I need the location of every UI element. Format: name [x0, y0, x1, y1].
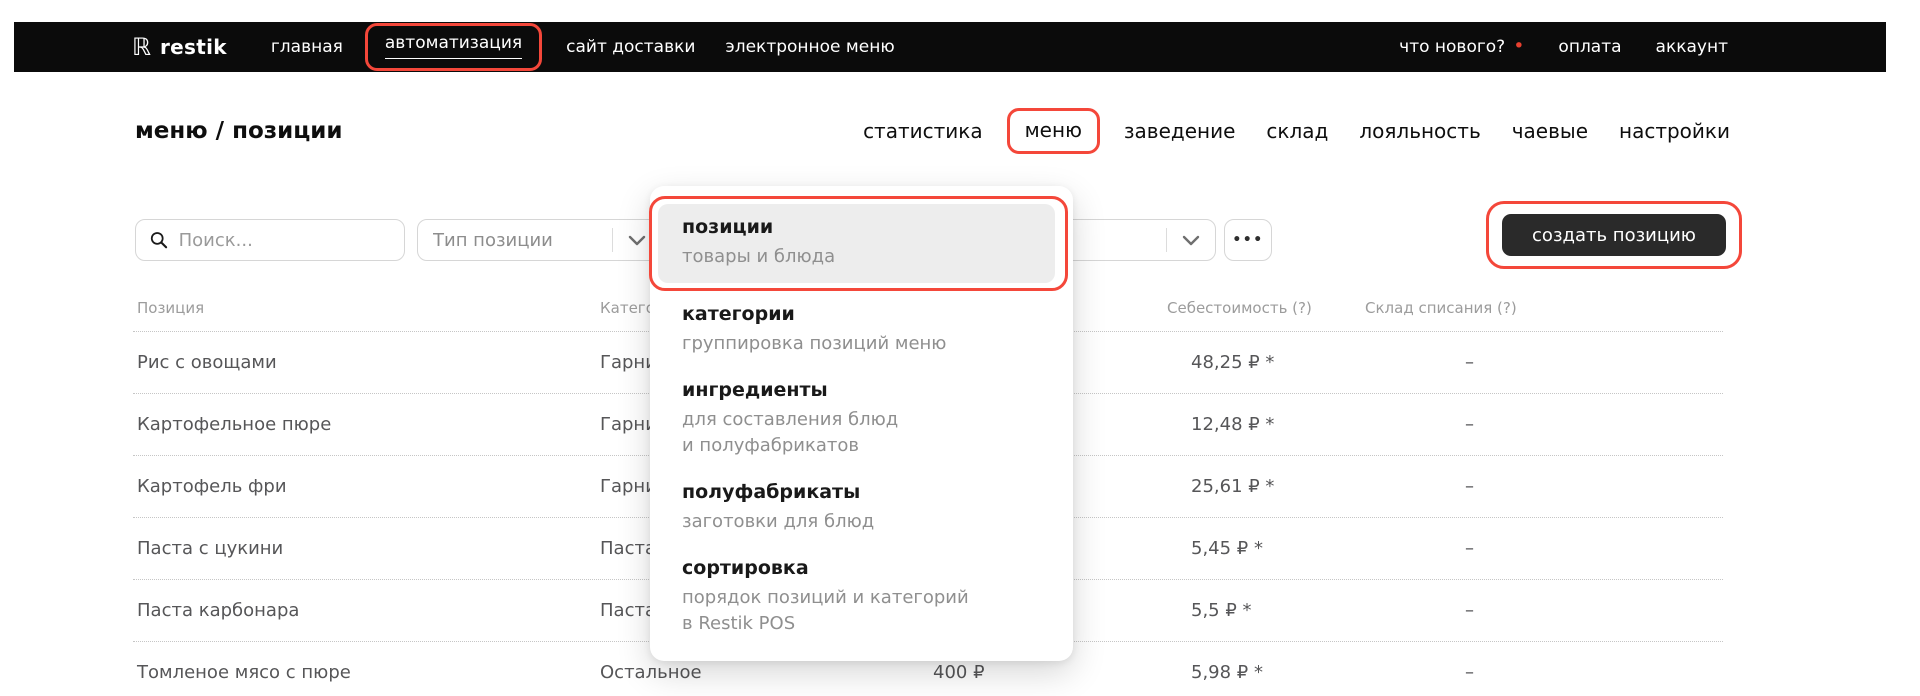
menu-item-subtitle: заготовки для блюд: [682, 509, 1055, 535]
nav-whats-new[interactable]: что нового? •: [1399, 37, 1524, 57]
breadcrumb: меню / позиции: [135, 118, 343, 144]
annotation-ring-automation: автоматизация: [365, 23, 542, 71]
restik-logo[interactable]: ℝ restik: [132, 35, 227, 59]
col-header-cost: Себестоимость (?): [1167, 299, 1365, 317]
topnav-right: что нового? • оплата аккаунт: [1399, 37, 1728, 57]
search-icon: [150, 230, 168, 250]
menu-item-ingredients[interactable]: ингредиенты для составления блюд и полуф…: [682, 378, 1055, 459]
tab-menu[interactable]: меню: [1025, 118, 1082, 142]
menu-item-subtitle: и полуфабрикатов: [682, 433, 1055, 459]
tab-warehouse[interactable]: склад: [1266, 119, 1328, 143]
tab-settings[interactable]: настройки: [1619, 119, 1730, 143]
tab-tips[interactable]: чаевые: [1512, 119, 1588, 143]
cell-price: 400 ₽: [933, 662, 1167, 683]
menu-item-title: полуфабрикаты: [682, 480, 1055, 504]
nav-payment[interactable]: оплата: [1558, 37, 1621, 57]
annotation-ring-menu-tab: меню: [1007, 108, 1100, 154]
menu-item-title: позиции: [682, 215, 1039, 239]
select-divider: [1166, 228, 1167, 252]
cell-cost: 48,25 ₽ *: [1167, 352, 1365, 373]
menu-item-subtitle: порядок позиций и категорий: [682, 585, 1055, 611]
cell-position: Картофель фри: [133, 476, 600, 497]
col-header-position: Позиция: [133, 299, 600, 317]
nav-account[interactable]: аккаунт: [1656, 37, 1728, 57]
subheader: меню / позиции статистика меню заведение…: [135, 118, 1730, 144]
menu-item-positions[interactable]: позиции товары и блюда: [658, 204, 1055, 283]
tab-statistics[interactable]: статистика: [863, 119, 983, 143]
menu-item-subtitle: в Restik POS: [682, 611, 1055, 637]
menu-item-subtitle: товары и блюда: [682, 244, 1039, 270]
select-divider: [612, 228, 613, 252]
chevron-down-icon: [628, 235, 646, 246]
cell-cost: 5,5 ₽ *: [1167, 600, 1365, 621]
restik-logo-icon: ℝ: [132, 35, 151, 59]
cell-cost: 5,98 ₽ *: [1167, 662, 1365, 683]
menu-item-title: категории: [682, 302, 1055, 326]
menu-dropdown-panel: позиции товары и блюда категории группир…: [650, 186, 1073, 661]
position-type-select-label: Тип позиции: [433, 230, 612, 251]
chevron-down-icon: [1182, 235, 1200, 246]
nav-emenu[interactable]: электронное меню: [725, 37, 894, 57]
section-tabs: статистика меню заведение склад лояльнос…: [863, 118, 1730, 144]
new-badge-dot-icon: •: [1513, 35, 1524, 57]
cell-position: Паста карбонара: [133, 600, 600, 621]
menu-item-subtitle: группировка позиций меню: [682, 331, 1055, 357]
whats-new-label: что нового?: [1399, 37, 1505, 57]
col-header-writeoff-warehouse: Склад списания (?): [1365, 299, 1723, 317]
cell-writeoff: –: [1365, 662, 1723, 683]
cell-writeoff: –: [1365, 352, 1723, 373]
create-position-button[interactable]: создать позицию: [1502, 214, 1726, 256]
topnav: главная автоматизация сайт доставки элек…: [271, 23, 925, 71]
cell-position: Картофельное пюре: [133, 414, 600, 435]
tab-loyalty[interactable]: лояльность: [1359, 119, 1480, 143]
cell-position: Томленое мясо с пюре: [133, 662, 600, 683]
cell-writeoff: –: [1365, 538, 1723, 559]
tab-venue[interactable]: заведение: [1124, 119, 1236, 143]
cell-category: Остальное: [600, 662, 933, 683]
menu-item-title: сортировка: [682, 556, 1055, 580]
menu-item-sorting[interactable]: сортировка порядок позиций и категорий в…: [682, 556, 1055, 637]
cell-cost: 12,48 ₽ *: [1167, 414, 1365, 435]
search-input[interactable]: [179, 230, 390, 251]
cell-cost: 5,45 ₽ *: [1167, 538, 1365, 559]
position-type-select[interactable]: Тип позиции: [417, 219, 662, 261]
nav-delivery-site[interactable]: сайт доставки: [566, 37, 695, 57]
cell-cost: 25,61 ₽ *: [1167, 476, 1365, 497]
cell-position: Паста с цукини: [133, 538, 600, 559]
cell-writeoff: –: [1365, 600, 1723, 621]
menu-item-categories[interactable]: категории группировка позиций меню: [682, 302, 1055, 357]
nav-automation[interactable]: автоматизация: [385, 33, 522, 59]
logo-text: restik: [160, 35, 227, 59]
screen: ℝ restik главная автоматизация сайт дост…: [0, 0, 1920, 696]
menu-item-semifinished[interactable]: полуфабрикаты заготовки для блюд: [682, 480, 1055, 535]
cell-writeoff: –: [1365, 414, 1723, 435]
topbar: ℝ restik главная автоматизация сайт дост…: [14, 22, 1886, 72]
cell-writeoff: –: [1365, 476, 1723, 497]
menu-item-title: ингредиенты: [682, 378, 1055, 402]
menu-item-subtitle: для составления блюд: [682, 407, 1055, 433]
annotation-ring-create-button: создать позицию: [1486, 201, 1742, 269]
more-actions-button[interactable]: •••: [1224, 219, 1272, 261]
search-box[interactable]: [135, 219, 405, 261]
nav-home[interactable]: главная: [271, 37, 343, 57]
cell-position: Рис с овощами: [133, 352, 600, 373]
